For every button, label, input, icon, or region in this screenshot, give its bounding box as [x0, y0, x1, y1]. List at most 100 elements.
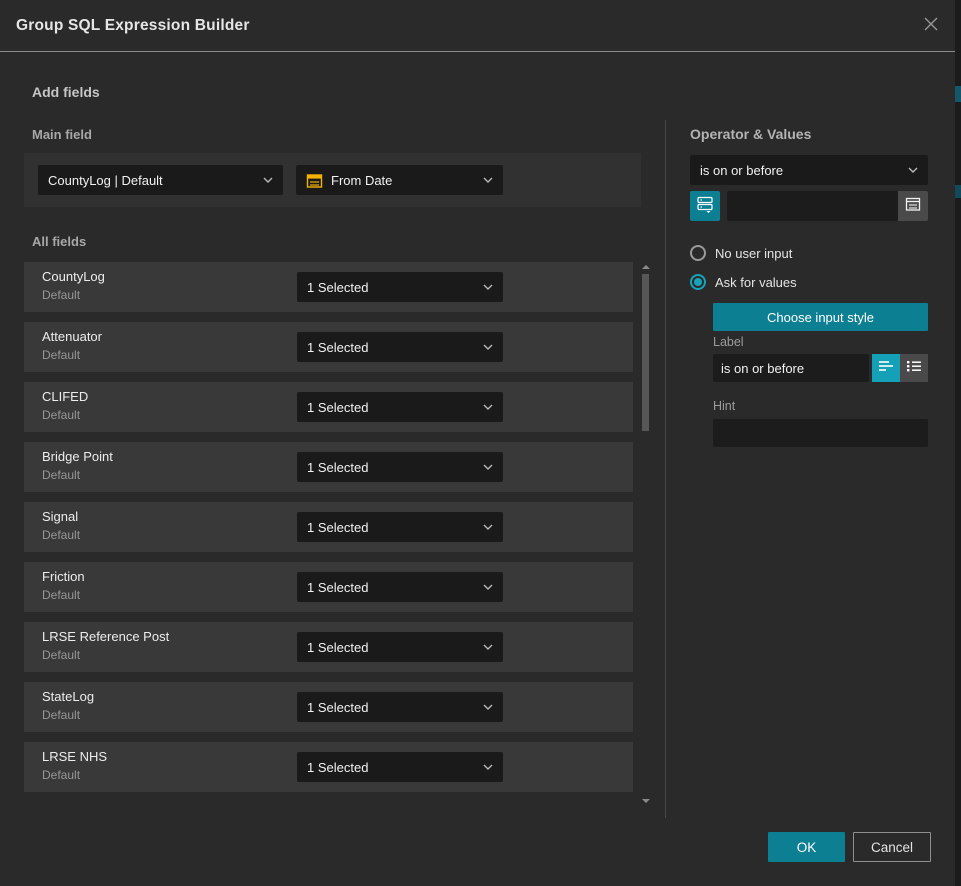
- unique-values-button[interactable]: [690, 191, 720, 221]
- field-sublabel: Default: [42, 708, 80, 722]
- field-selected-value: 1 Selected: [307, 520, 368, 535]
- field-name: Bridge Point: [42, 449, 113, 464]
- field-row: Attenuator Default 1 Selected: [24, 322, 633, 372]
- field-sublabel: Default: [42, 348, 80, 362]
- field-name: Signal: [42, 509, 78, 524]
- dialog-header: Group SQL Expression Builder: [0, 0, 955, 52]
- main-field-panel: CountyLog | Default From Date: [24, 153, 641, 207]
- chevron-down-icon: [483, 344, 493, 350]
- field-sublabel: Default: [42, 588, 80, 602]
- edge-accent: [955, 86, 961, 102]
- field-selected-select[interactable]: 1 Selected: [297, 512, 503, 542]
- ok-button[interactable]: OK: [768, 832, 845, 862]
- list-scrollbar[interactable]: [641, 262, 651, 806]
- field-row: LRSE NHS Default 1 Selected: [24, 742, 633, 792]
- scrollbar-thumb[interactable]: [642, 274, 649, 431]
- field-name: Friction: [42, 569, 85, 584]
- operator-values-heading: Operator & Values: [690, 126, 811, 142]
- field-row: LRSE Reference Post Default 1 Selected: [24, 622, 633, 672]
- main-field-label: Main field: [32, 127, 92, 142]
- hint-input[interactable]: [713, 419, 928, 447]
- field-selected-select[interactable]: 1 Selected: [297, 332, 503, 362]
- field-source-select[interactable]: CountyLog | Default: [38, 165, 283, 195]
- field-row: Signal Default 1 Selected: [24, 502, 633, 552]
- label-input[interactable]: [713, 354, 869, 382]
- field-selected-value: 1 Selected: [307, 760, 368, 775]
- field-row: Friction Default 1 Selected: [24, 562, 633, 612]
- align-left-icon: [878, 359, 894, 378]
- chevron-down-icon: [483, 704, 493, 710]
- field-selected-value: 1 Selected: [307, 580, 368, 595]
- chevron-down-icon: [483, 644, 493, 650]
- field-name: StateLog: [42, 689, 94, 704]
- chevron-down-icon: [483, 177, 493, 183]
- chevron-down-icon: [483, 284, 493, 290]
- group-sql-expression-builder-dialog: Group SQL Expression Builder Add fields …: [0, 0, 961, 886]
- field-selected-select[interactable]: 1 Selected: [297, 632, 503, 662]
- field-row: StateLog Default 1 Selected: [24, 682, 633, 732]
- field-sublabel: Default: [42, 528, 80, 542]
- field-name: Attenuator: [42, 329, 102, 344]
- chevron-down-icon: [483, 404, 493, 410]
- operator-select-value: is on or before: [700, 163, 783, 178]
- field-sublabel: Default: [42, 408, 80, 422]
- chevron-down-icon: [263, 177, 273, 183]
- radio-no-user-input[interactable]: No user input: [690, 245, 792, 261]
- scroll-up-icon[interactable]: [642, 265, 650, 269]
- chevron-down-icon: [483, 584, 493, 590]
- field-row: CLIFED Default 1 Selected: [24, 382, 633, 432]
- close-button[interactable]: [919, 14, 943, 38]
- field-name: CountyLog: [42, 269, 105, 284]
- cancel-button[interactable]: Cancel: [853, 832, 931, 862]
- field-selected-select[interactable]: 1 Selected: [297, 452, 503, 482]
- single-line-toggle[interactable]: [872, 354, 900, 382]
- list-icon: [906, 359, 922, 378]
- operator-select[interactable]: is on or before: [690, 155, 928, 185]
- chevron-down-icon: [483, 464, 493, 470]
- field-selected-select[interactable]: 1 Selected: [297, 392, 503, 422]
- field-row: CountyLog Default 1 Selected: [24, 262, 633, 312]
- field-selected-select[interactable]: 1 Selected: [297, 572, 503, 602]
- value-input[interactable]: [727, 191, 898, 221]
- field-name: LRSE NHS: [42, 749, 107, 764]
- field-source-select-value: CountyLog | Default: [48, 173, 163, 188]
- field-selected-select[interactable]: 1 Selected: [297, 752, 503, 782]
- field-selected-value: 1 Selected: [307, 700, 368, 715]
- field-row: Bridge Point Default 1 Selected: [24, 442, 633, 492]
- field-selected-value: 1 Selected: [307, 280, 368, 295]
- radio-ask-for-values[interactable]: Ask for values: [690, 274, 797, 290]
- label-caption: Label: [713, 335, 744, 349]
- field-name: LRSE Reference Post: [42, 629, 169, 644]
- field-sublabel: Default: [42, 468, 80, 482]
- value-input-row: [690, 191, 928, 221]
- calendar-icon: [905, 196, 921, 217]
- choose-input-style-button[interactable]: Choose input style: [713, 303, 928, 331]
- field-name: CLIFED: [42, 389, 88, 404]
- field-selected-value: 1 Selected: [307, 640, 368, 655]
- right-edge-strip: [955, 0, 961, 886]
- dialog-title: Group SQL Expression Builder: [16, 0, 250, 52]
- field-sublabel: Default: [42, 768, 80, 782]
- date-picker-button[interactable]: [898, 191, 928, 221]
- edge-accent: [955, 185, 961, 198]
- radio-icon: [690, 274, 706, 290]
- date-field-select[interactable]: From Date: [296, 165, 503, 195]
- date-field-select-value: From Date: [331, 173, 392, 188]
- field-selected-select[interactable]: 1 Selected: [297, 272, 503, 302]
- field-sublabel: Default: [42, 288, 80, 302]
- add-fields-heading: Add fields: [32, 84, 100, 100]
- scroll-down-icon[interactable]: [642, 799, 650, 803]
- panel-divider: [665, 120, 666, 818]
- all-fields-label: All fields: [32, 234, 86, 249]
- calendar-icon: [306, 172, 323, 189]
- radio-icon: [690, 245, 706, 261]
- hint-caption: Hint: [713, 399, 735, 413]
- chevron-down-icon: [483, 524, 493, 530]
- radio-label: No user input: [715, 246, 792, 261]
- field-selected-value: 1 Selected: [307, 400, 368, 415]
- field-selected-select[interactable]: 1 Selected: [297, 692, 503, 722]
- field-sublabel: Default: [42, 648, 80, 662]
- chevron-down-icon: [483, 764, 493, 770]
- label-input-row: [713, 354, 928, 382]
- list-style-toggle[interactable]: [900, 354, 928, 382]
